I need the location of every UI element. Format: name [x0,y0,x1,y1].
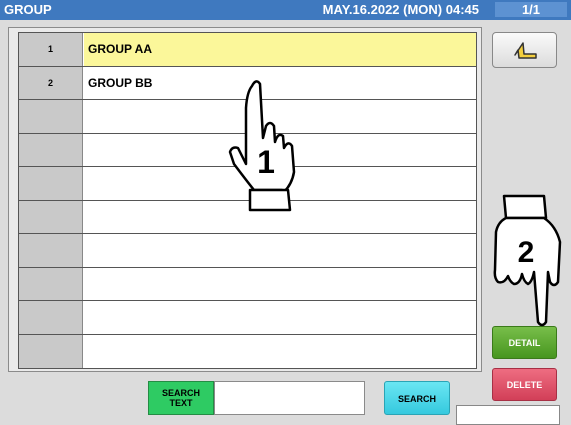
page-indicator: 1/1 [495,2,567,17]
item-number [19,334,83,368]
list-item[interactable] [19,301,476,335]
item-number [19,200,83,233]
search-text-label[interactable]: SEARCH TEXT [148,381,214,415]
list-item[interactable] [19,234,476,268]
item-number [19,234,83,267]
item-name [84,268,476,301]
pointing-hand-icon: 2 [493,194,562,327]
item-number: 1 [19,33,83,66]
empty-field [456,405,560,425]
return-arrow-icon [514,42,537,59]
date-time: MAY.16.2022 (MON) 04:45 [322,2,479,17]
item-number [19,267,83,300]
list-item[interactable] [19,334,476,369]
list-item[interactable]: 1 GROUP AA [19,33,476,67]
item-number [19,100,83,133]
item-name [84,234,476,267]
back-button[interactable] [492,32,557,68]
item-number [19,133,83,166]
detail-button[interactable]: DETAIL [492,326,557,359]
list-item[interactable] [19,267,476,301]
pointing-hand-icon: 1 [228,80,296,212]
search-text-line1: SEARCH [161,388,200,398]
item-name [84,335,476,369]
step-1-label: 1 [257,144,275,180]
item-name: GROUP AA [84,33,476,66]
step-2-label: 2 [518,236,535,269]
title-bar: GROUP MAY.16.2022 (MON) 04:45 1/1 [0,0,571,20]
delete-button[interactable]: DELETE [492,368,557,401]
search-button[interactable]: SEARCH [384,381,450,415]
search-input[interactable] [214,381,365,415]
item-name [84,301,476,334]
screen-title: GROUP [4,2,52,17]
search-text-line2: TEXT [169,398,193,408]
item-number: 2 [19,66,83,99]
item-number [19,301,83,334]
item-number [19,167,83,200]
